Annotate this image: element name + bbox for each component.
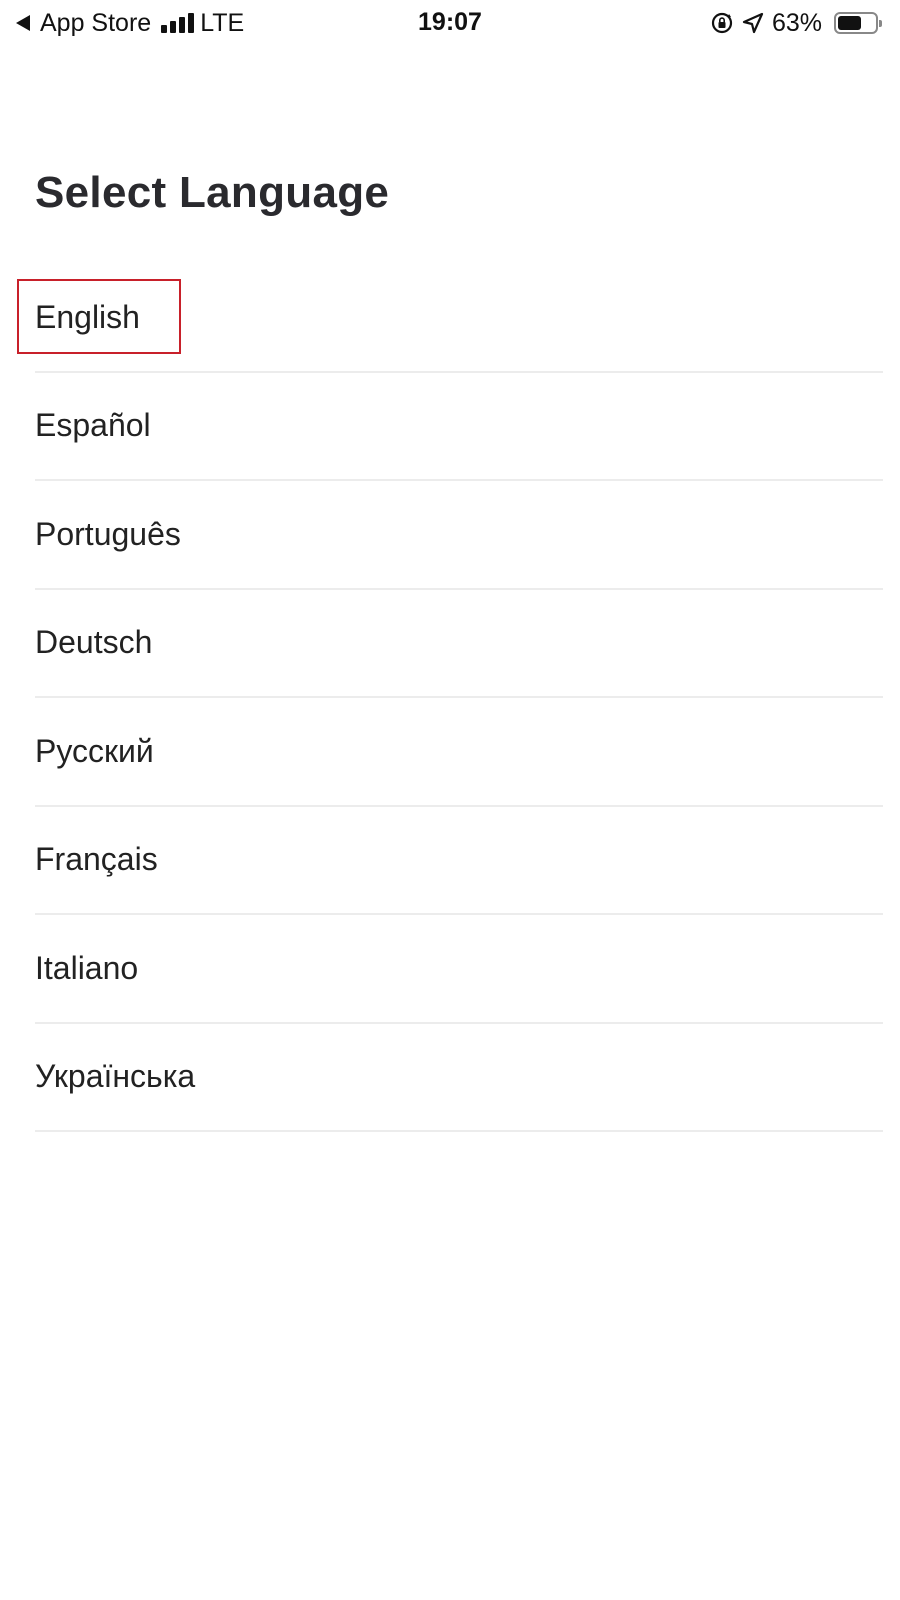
language-option[interactable]: Русский bbox=[35, 698, 883, 807]
language-label: Français bbox=[35, 841, 158, 878]
language-option[interactable]: English bbox=[17, 264, 883, 373]
location-arrow-icon bbox=[742, 12, 764, 34]
language-label: Español bbox=[35, 407, 151, 444]
status-bar: App Store LTE 19:07 63% bbox=[0, 0, 900, 46]
status-right: 63% bbox=[710, 8, 882, 38]
language-label: Italiano bbox=[35, 949, 139, 986]
language-label: Українська bbox=[35, 1058, 196, 1095]
language-option[interactable]: Français bbox=[35, 807, 883, 915]
language-option[interactable]: Українська bbox=[35, 1024, 883, 1132]
language-option[interactable]: Deutsch bbox=[35, 590, 883, 698]
battery-level-fill bbox=[838, 16, 861, 30]
language-list: English Español Português Deutsch Русский Fra… bbox=[17, 264, 883, 1132]
language-label: English bbox=[35, 298, 140, 335]
language-option[interactable]: Español bbox=[35, 373, 883, 481]
battery-icon bbox=[834, 12, 882, 34]
battery-percent: 63% bbox=[771, 8, 822, 37]
language-label: Русский bbox=[35, 732, 154, 769]
language-option[interactable]: Italiano bbox=[35, 915, 883, 1024]
language-label: Deutsch bbox=[35, 624, 153, 661]
language-label: Português bbox=[35, 515, 181, 552]
rotation-lock-icon bbox=[711, 12, 733, 34]
language-option[interactable]: Português bbox=[35, 481, 883, 590]
page-title: Select Language bbox=[35, 168, 390, 217]
